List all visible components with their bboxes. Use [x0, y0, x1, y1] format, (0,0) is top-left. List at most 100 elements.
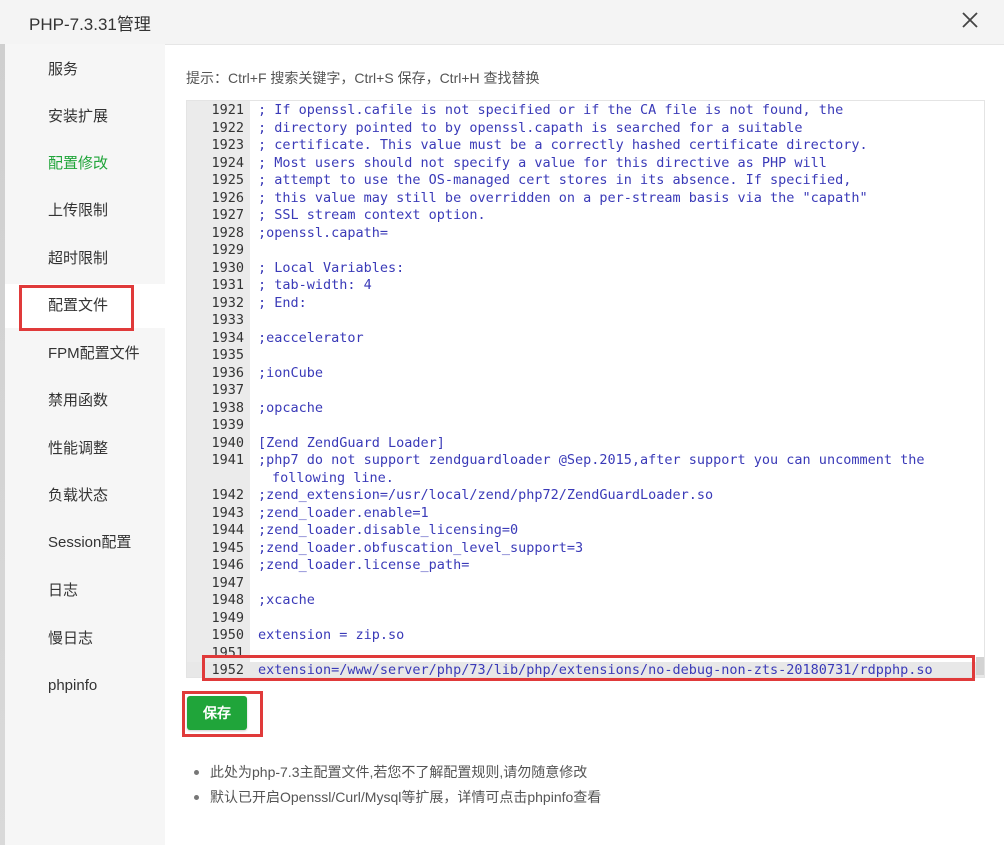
sidebar-item[interactable]: 禁用函数 [5, 379, 165, 423]
code-line[interactable]: following line. [187, 469, 984, 488]
line-number: 1947 [211, 574, 244, 591]
code-line[interactable]: 1937 [187, 382, 984, 400]
line-text: ;zend_loader.enable=1 [258, 504, 429, 521]
sidebar-item[interactable]: Session配置 [5, 521, 165, 565]
sidebar-item[interactable]: 超时限制 [5, 237, 165, 281]
code-line[interactable]: 1951 [187, 644, 984, 663]
line-text: ;zend_loader.obfuscation_level_support=3 [258, 539, 584, 556]
line-text: ; this value may still be overridden on … [258, 189, 868, 206]
line-text: ;php7 do not support zendguardloader @Se… [258, 452, 925, 468]
line-number: 1925 [211, 172, 244, 188]
code-line[interactable]: 1949 [187, 610, 984, 628]
line-number: 1928 [211, 224, 244, 241]
line-number: 1935 [211, 347, 244, 363]
editor-hint: 提示：Ctrl+F 搜索关键字，Ctrl+S 保存，Ctrl+H 查找替换 [186, 70, 540, 86]
line-number: 1929 [211, 242, 244, 258]
code-line[interactable]: 1925 ; attempt to use the OS-managed cert… [187, 172, 984, 190]
sidebar-item[interactable]: 日志 [5, 569, 165, 613]
bullet-icon [194, 770, 199, 775]
code-line[interactable]: 1952 extension=/www/server/php/73/lib/php… [187, 662, 984, 678]
code-line[interactable]: 1924 ; Most users should not specify a va… [187, 154, 984, 173]
code-lines[interactable]: 1921 ; If openssl.cafile is not specified… [187, 102, 984, 678]
line-number: 1930 [211, 259, 244, 276]
line-text: following line. [272, 469, 394, 486]
line-text: extension = zip.so [258, 627, 405, 643]
code-line[interactable]: 1946 ;zend_loader.license_path= [187, 557, 984, 575]
line-number: 1939 [211, 417, 244, 433]
notes-list: 此处为php-7.3主配置文件,若您不了解配置规则,请勿随意修改 默认已开启Ope… [192, 760, 601, 810]
sidebar-item[interactable]: 慢日志 [5, 617, 165, 661]
code-line[interactable]: 1931 ; tab-width: 4 [187, 277, 984, 295]
code-line[interactable]: 1944 ;zend_loader.disable_licensing=0 [187, 522, 984, 540]
line-text: ; End: [258, 294, 307, 311]
line-number: 1945 [211, 539, 244, 556]
sidebar-item[interactable]: phpinfo [5, 664, 165, 708]
sidebar-item[interactable]: 配置文件 [5, 284, 165, 328]
line-text: ; tab-width: 4 [258, 277, 372, 293]
code-line[interactable]: 1950 extension = zip.so [187, 627, 984, 645]
scrollbar[interactable] [976, 657, 984, 675]
sidebar-item[interactable]: FPM配置文件 [5, 332, 165, 376]
sidebar-item[interactable]: 安装扩展 [5, 95, 165, 139]
code-line[interactable]: 1938 ;opcache [187, 399, 984, 418]
line-text: extension=/www/server/php/73/lib/php/ext… [258, 662, 933, 678]
note-text: 默认已开启Openssl/Curl/Mysql等扩展，详情可点击phpinfo查… [210, 789, 602, 805]
code-line[interactable]: 1948 ;xcache [187, 592, 984, 610]
sidebar-item[interactable]: 性能调整 [5, 427, 165, 471]
line-number: 1951 [211, 644, 244, 661]
dialog-title: PHP-7.3.31管理 [29, 15, 151, 34]
code-line[interactable]: 1936 ;ionCube [187, 365, 984, 383]
code-line[interactable]: 1940 [Zend ZendGuard Loader] [187, 434, 984, 453]
line-number: 1940 [211, 434, 244, 451]
note-item: 默认已开启Openssl/Curl/Mysql等扩展，详情可点击phpinfo查… [192, 785, 601, 810]
line-number: 1932 [211, 294, 244, 311]
line-number: 1933 [211, 312, 244, 328]
php-manage-dialog: PHP-7.3.31管理 服务 安装扩展 配置修改 上传限制 超时限制 配置文件 FPM配置… [0, 0, 1004, 845]
sidebar-item[interactable]: 配置修改 [5, 142, 165, 186]
code-line[interactable]: 1934 ;eaccelerator [187, 329, 984, 348]
line-text: ; Local Variables: [258, 259, 405, 276]
code-line[interactable]: 1927 ; SSL stream context option. [187, 207, 984, 225]
code-line[interactable]: 1932 ; End: [187, 294, 984, 313]
code-line[interactable]: 1942 ;zend_extension=/usr/local/zend/php7… [187, 487, 984, 505]
line-text: ;zend_loader.license_path= [258, 557, 470, 573]
line-text: ; If openssl.cafile is not specified or … [258, 102, 844, 118]
code-line[interactable]: 1933 [187, 312, 984, 330]
line-text: ;openssl.capath= [258, 224, 389, 241]
line-number: 1938 [211, 399, 244, 416]
code-line[interactable]: 1945 ;zend_loader.obfuscation_level_suppo… [187, 539, 984, 558]
line-number: 1942 [211, 487, 244, 503]
line-number: 1927 [211, 207, 244, 223]
line-number: 1944 [211, 522, 244, 538]
code-line[interactable]: 1941 ;php7 do not support zendguardloader… [187, 452, 984, 470]
line-number: 1921 [211, 102, 244, 118]
code-line[interactable]: 1921 ; If openssl.cafile is not specified… [187, 102, 984, 120]
save-button[interactable]: 保存 [187, 696, 247, 730]
line-number: 1934 [211, 329, 244, 346]
sidebar-item[interactable]: 上传限制 [5, 189, 165, 233]
sidebar-item[interactable]: 服务 [5, 48, 165, 92]
sidebar-item[interactable]: 负载状态 [5, 474, 165, 518]
code-line[interactable]: 1929 [187, 242, 984, 260]
line-number: 1923 [211, 137, 244, 153]
code-line[interactable]: 1930 ; Local Variables: [187, 259, 984, 278]
line-text: ;opcache [258, 399, 324, 416]
code-line[interactable]: 1926 ; this value may still be overridden… [187, 189, 984, 208]
line-text: ; SSL stream context option. [258, 207, 486, 223]
line-text: ; attempt to use the OS-managed cert sto… [258, 172, 852, 188]
code-line[interactable]: 1947 [187, 574, 984, 593]
note-text: 此处为php-7.3主配置文件,若您不了解配置规则,请勿随意修改 [210, 764, 588, 780]
code-line[interactable]: 1935 [187, 347, 984, 365]
code-line[interactable]: 1922 ; directory pointed to by openssl.ca… [187, 120, 984, 138]
line-text: ;zend_loader.disable_licensing=0 [258, 522, 519, 538]
line-number: 1924 [211, 154, 244, 171]
code-line[interactable]: 1943 ;zend_loader.enable=1 [187, 504, 984, 523]
sidebar: 服务 安装扩展 配置修改 上传限制 超时限制 配置文件 FPM配置文件 禁用函数 性能调整 负载状… [5, 44, 165, 845]
code-line[interactable]: 1923 ; certificate. This value must be a … [187, 137, 984, 155]
line-number: 1943 [211, 504, 244, 521]
code-editor[interactable]: 1921 ; If openssl.cafile is not specified… [186, 100, 985, 678]
code-line[interactable]: 1928 ;openssl.capath= [187, 224, 984, 243]
note-item: 此处为php-7.3主配置文件,若您不了解配置规则,请勿随意修改 [192, 760, 601, 785]
close-icon[interactable] [958, 8, 982, 32]
code-line[interactable]: 1939 [187, 417, 984, 435]
